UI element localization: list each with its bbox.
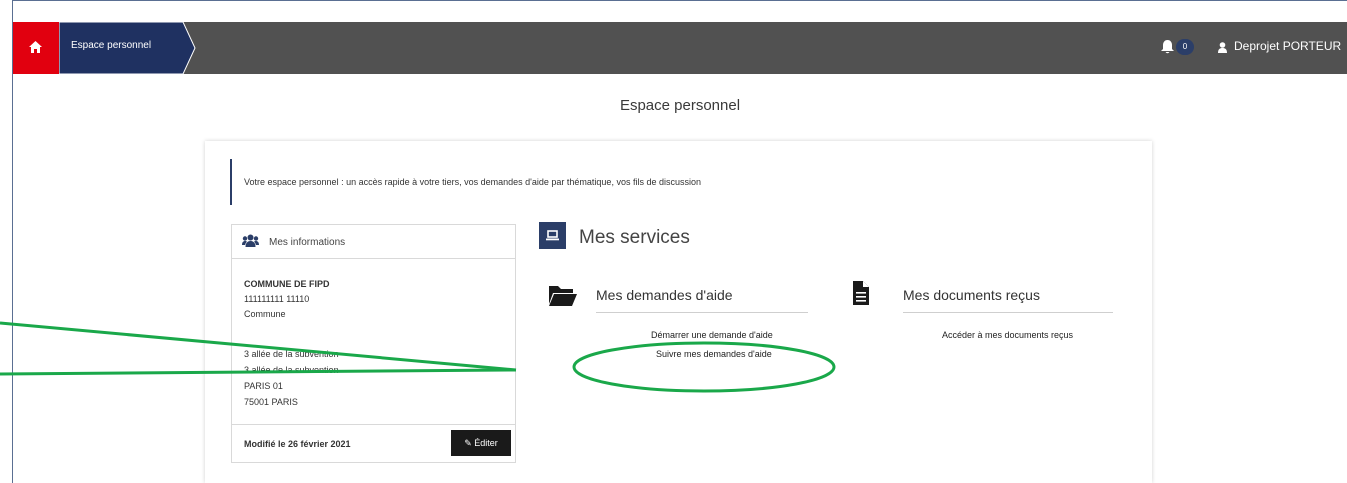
info-panel-footer: Modifié le 26 février 2021 ✎ Éditer (232, 424, 515, 462)
user-icon (1218, 40, 1227, 58)
info-identity: COMMUNE DE FIPD 111111111 11110 Commune (244, 277, 330, 322)
window-border-left (12, 22, 13, 483)
window-border-top (12, 0, 1347, 22)
home-icon (29, 41, 42, 53)
intro-text: Votre espace personnel : un accès rapide… (244, 177, 701, 187)
address-line-2: 3 allée de la subvention (244, 365, 339, 375)
dashboard-card: Votre espace personnel : un accès rapide… (205, 141, 1152, 483)
address-line-1: 3 allée de la subvention (244, 349, 339, 359)
aid-requests-divider (596, 312, 808, 313)
services-title: Mes services (579, 227, 690, 248)
home-button[interactable] (13, 22, 59, 74)
bell-icon[interactable] (1161, 40, 1174, 59)
received-documents-divider (903, 312, 1113, 313)
aid-requests-title: Mes demandes d'aide (596, 287, 733, 303)
folder-open-icon (549, 284, 577, 311)
laptop-icon (539, 222, 566, 249)
users-icon (242, 234, 259, 252)
siret-number: 111111111 11110 (244, 294, 310, 304)
info-panel-title: Mes informations (269, 237, 346, 248)
info-panel-header: Mes informations (232, 225, 515, 259)
breadcrumb-label: Espace personnel (71, 40, 152, 51)
notification-count-badge[interactable]: 0 (1176, 39, 1194, 55)
edit-button-label: Éditer (474, 438, 498, 448)
info-panel: Mes informations COMMUNE DE FIPD 1111111… (231, 224, 516, 463)
follow-aid-requests-link[interactable]: Suivre mes demandes d'aide (656, 349, 772, 359)
modified-date: Modifié le 26 février 2021 (244, 439, 351, 449)
document-icon (853, 281, 869, 310)
top-navigation-bar: Espace personnel 0 Deprojet PORTEUR (13, 22, 1347, 74)
info-address: 3 allée de la subvention 3 allée de la s… (244, 346, 339, 410)
edit-icon: ✎ (464, 438, 472, 448)
edit-button[interactable]: ✎ Éditer (451, 430, 511, 456)
intro-banner: Votre espace personnel : un accès rapide… (230, 159, 1126, 205)
access-documents-link[interactable]: Accéder à mes documents reçus (942, 330, 1073, 340)
user-menu[interactable]: Deprojet PORTEUR (1234, 39, 1341, 53)
organisation-type: Commune (244, 309, 286, 319)
organisation-name: COMMUNE DE FIPD (244, 279, 330, 289)
page-frame: Espace personnel 0 Deprojet PORTEUR Espa… (0, 0, 1347, 483)
start-aid-request-link[interactable]: Démarrer une demande d'aide (651, 330, 773, 340)
received-documents-title: Mes documents reçus (903, 287, 1040, 303)
address-city: PARIS 01 (244, 381, 283, 391)
address-postcode: 75001 PARIS (244, 397, 298, 407)
page-title: Espace personnel (619, 97, 741, 114)
